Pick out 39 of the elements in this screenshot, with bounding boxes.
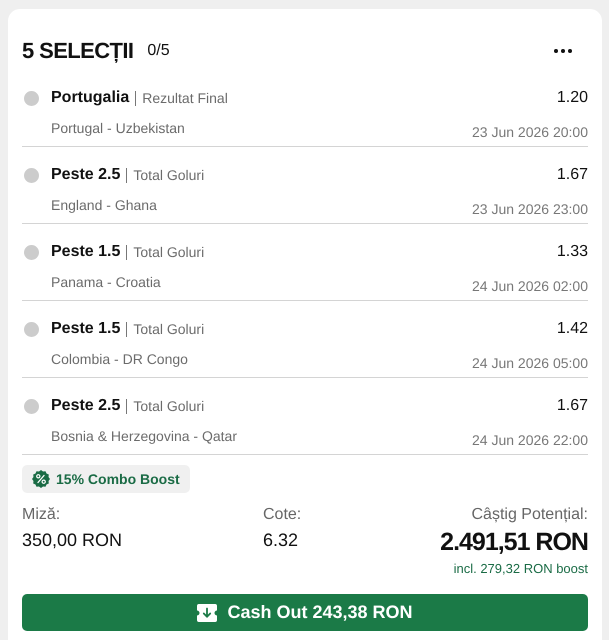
selection-odds: 1.67 bbox=[556, 396, 588, 416]
boost-note: incl. 279,32 RON boost bbox=[454, 561, 588, 577]
selection-pick: Peste 2.5 bbox=[51, 165, 120, 185]
combo-boost-label: 15% Combo Boost bbox=[56, 470, 180, 488]
potential-win-value: 2.491,51 RON bbox=[440, 527, 588, 557]
selection-pick: Peste 1.5 bbox=[51, 319, 120, 339]
selection-pick: Peste 1.5 bbox=[51, 242, 120, 262]
match-name: Colombia - DR Congo bbox=[51, 350, 188, 369]
match-date: 23 Jun 2026 20:00 bbox=[472, 123, 588, 142]
market-name: Rezultat Final bbox=[142, 89, 228, 108]
match-name: Portugal - Uzbekistan bbox=[51, 119, 185, 138]
stake-label: Miză: bbox=[22, 505, 60, 525]
match-name: England - Ghana bbox=[51, 196, 157, 215]
match-date: 23 Jun 2026 23:00 bbox=[472, 200, 588, 219]
selection-odds: 1.42 bbox=[556, 319, 588, 339]
selection-pick: Peste 2.5 bbox=[51, 396, 120, 416]
match-name: Panama - Croatia bbox=[51, 273, 161, 292]
selection-odds: 1.67 bbox=[556, 165, 588, 185]
potential-win-label: Câștig Potențial: bbox=[471, 505, 588, 525]
cash-out-button[interactable]: Cash Out 243,38 RON bbox=[22, 594, 588, 631]
market-name: Total Goluri bbox=[133, 243, 204, 262]
total-odds-value: 6.32 bbox=[263, 529, 298, 551]
match-date: 24 Jun 2026 05:00 bbox=[472, 354, 588, 373]
ticket-arrow-icon bbox=[197, 604, 218, 622]
selection-pick: Portugalia bbox=[51, 88, 130, 108]
match-date: 24 Jun 2026 02:00 bbox=[472, 277, 588, 296]
selection-odds: 1.33 bbox=[556, 242, 588, 262]
betslip-title: 5 SELECȚII bbox=[22, 37, 134, 65]
selection-odds: 1.20 bbox=[556, 88, 588, 108]
more-icon[interactable] bbox=[554, 49, 572, 53]
market-name: Total Goluri bbox=[133, 320, 204, 339]
odds-label: Cote: bbox=[263, 505, 302, 525]
market-name: Total Goluri bbox=[133, 166, 204, 185]
match-date: 24 Jun 2026 22:00 bbox=[472, 431, 588, 450]
market-name: Total Goluri bbox=[133, 397, 204, 416]
selection-count: 0/5 bbox=[147, 41, 170, 61]
stake-value: 350,00 RON bbox=[22, 529, 122, 551]
percent-badge-icon bbox=[32, 470, 50, 488]
match-name: Bosnia & Herzegovina - Qatar bbox=[51, 427, 237, 446]
